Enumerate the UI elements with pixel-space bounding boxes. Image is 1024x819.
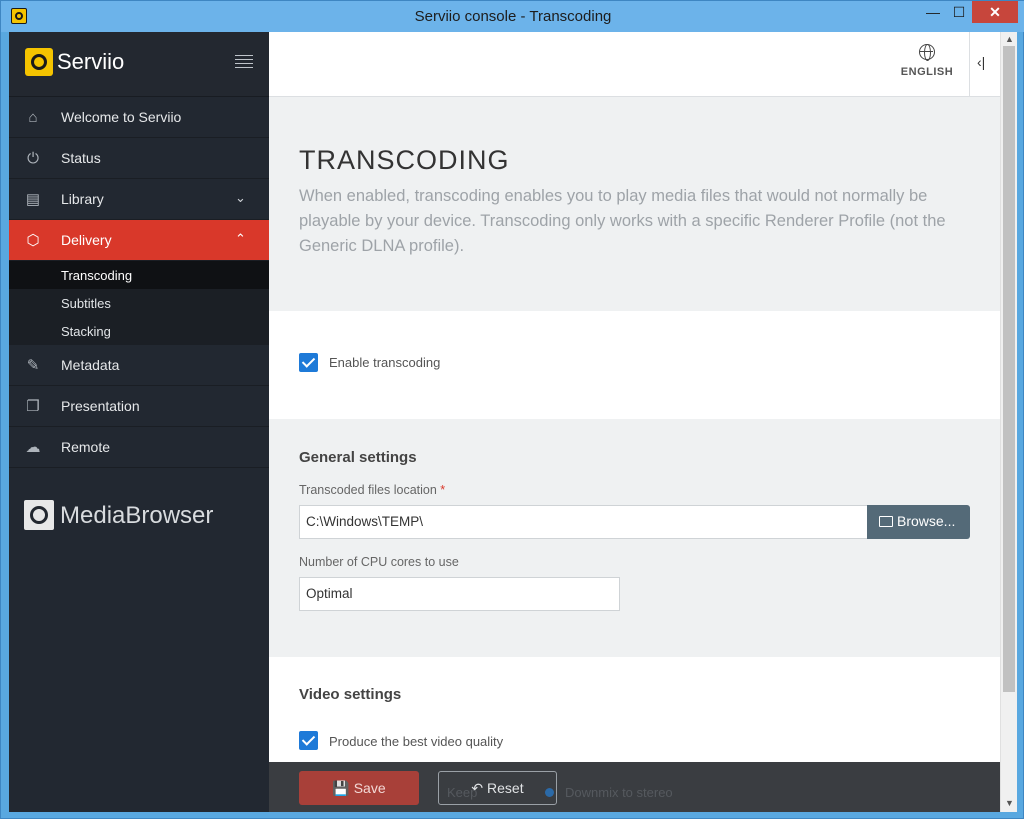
sidebar-subitem-subtitles[interactable]: Subtitles [9,289,269,317]
sidebar-item-library[interactable]: ▤ Library ⌄ [9,179,269,220]
sidebar-subitem-label: Stacking [61,324,111,339]
globe-icon [919,44,935,61]
sidebar-subitem-transcoding[interactable]: Transcoding [9,261,269,289]
title-bar: Serviio console - Transcoding — ☐ ✕ [1,1,1024,32]
browse-label: Browse... [897,513,956,529]
sidebar-subitem-label: Subtitles [61,296,111,311]
home-icon: ⌂ [28,109,38,126]
section-title: Video settings [299,686,402,703]
sidebar-item-label: Presentation [61,398,140,414]
cloud-icon: ☁ [25,439,41,456]
sidebar-item-presentation[interactable]: ❐ Presentation [9,386,269,427]
page-description: When enabled, transcoding enables you to… [299,187,946,255]
location-input[interactable]: C:\Windows\TEMP\ [299,505,868,539]
close-button[interactable]: ✕ [972,1,1018,23]
brand-header: Serviio [9,32,269,97]
ghost-option-label: Downmix to stereo [565,785,673,800]
sidebar-item-remote[interactable]: ☁ Remote [9,427,269,468]
main-content: ENGLISH ‹| TRANSCODING When enabled, tra… [269,32,1000,812]
box-icon: ⬡ [26,232,40,249]
cores-label: Number of CPU cores to use [299,555,459,569]
vertical-scrollbar[interactable]: ▲ ▼ [1000,32,1017,812]
sidebar-item-label: Metadata [61,357,120,373]
general-settings-panel: General settings Transcoded files locati… [269,419,1000,657]
enable-panel: Enable transcoding [269,311,1000,419]
reset-label: Reset [487,780,524,796]
sidebar-item-label: Library [61,191,104,207]
sidebar-item-delivery[interactable]: ⬡ Delivery ⌃ [9,220,269,261]
undo-icon: ↶ [471,780,484,796]
sidebar-item-metadata[interactable]: ✎ Metadata [9,345,269,386]
hamburger-menu-icon[interactable] [235,55,253,69]
reset-button[interactable]: ↶ Reset [438,771,557,805]
best-quality-label: Produce the best video quality [329,734,504,749]
scroll-up-icon[interactable]: ▲ [1005,34,1014,44]
brand-name: Serviio [57,49,125,74]
language-label: ENGLISH [900,66,954,78]
maximize-button[interactable]: ☐ [946,1,972,23]
mediabrowser-logo-icon [24,500,54,530]
save-button[interactable]: 💾 Save [299,771,419,805]
best-quality-checkbox[interactable] [299,731,318,750]
top-bar: ENGLISH ‹| [269,32,1000,97]
sidebar-subitem-stacking[interactable]: Stacking [9,317,269,345]
chevron-up-icon: ⌃ [235,231,246,246]
minimize-button[interactable]: — [920,1,946,23]
scroll-thumb[interactable] [1003,46,1015,692]
sidebar-item-label: Status [61,150,101,166]
mediabrowser-label: MediaBrowser [60,502,214,529]
sidebar-item-label: Delivery [61,232,112,248]
section-title: General settings [299,449,417,466]
enable-transcoding-label: Enable transcoding [329,355,441,370]
library-icon: ▤ [25,191,41,208]
divider [969,32,970,97]
app-window: Serviio console - Transcoding — ☐ ✕ Serv… [0,0,1024,819]
language-selector[interactable]: ENGLISH [897,44,957,78]
sidebar-item-status[interactable]: ⏻ Status [9,138,269,179]
chevron-down-icon: ⌄ [235,190,246,205]
serviio-logo-icon [25,48,53,76]
sidebar-item-welcome[interactable]: ⌂ Welcome to Serviio [9,97,269,138]
save-label: Save [353,780,386,796]
save-icon: 💾 [332,780,350,796]
copy-icon: ❐ [26,398,40,415]
page-title: TRANSCODING [299,145,510,175]
collapse-panel-button[interactable]: ‹| [977,54,985,70]
action-bar: Keep Downmix to stereo 💾 Save ↶ Reset [269,762,1000,812]
folder-icon [879,516,893,527]
sidebar-item-label: Welcome to Serviio [61,109,182,125]
cpu-cores-select[interactable]: Optimal [299,577,620,611]
browse-button[interactable]: Browse... [867,505,970,539]
enable-transcoding-checkbox[interactable] [299,353,318,372]
field-label: Transcoded files location * [299,483,445,497]
plug-icon: ⏻ [27,150,39,167]
scroll-down-icon[interactable]: ▼ [1005,798,1014,808]
sidebar-item-label: Remote [61,439,111,455]
edit-icon: ✎ [26,357,40,374]
page-header: TRANSCODING When enabled, transcoding en… [269,97,1000,311]
sidebar-subitem-label: Transcoding [61,268,133,283]
window-title: Serviio console - Transcoding [414,8,612,25]
sidebar: Serviio ⌂ Welcome to Serviio ⏻ Status ▤ … [9,32,269,812]
required-mark: * [440,483,446,497]
location-label: Transcoded files location [299,483,437,497]
